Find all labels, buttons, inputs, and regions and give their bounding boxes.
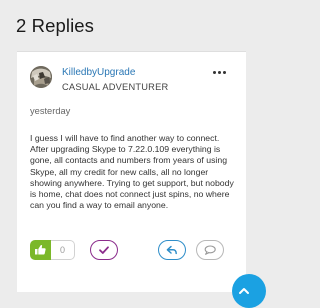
scroll-to-top-button[interactable]: [232, 274, 266, 308]
thumbs-up-icon: [35, 244, 46, 255]
author-name-link[interactable]: KilledbyUpgrade: [62, 67, 135, 78]
like-count: 0: [51, 240, 75, 260]
reply-arrow-icon: [166, 245, 177, 255]
post-date: yesterday: [30, 106, 71, 116]
reply-button[interactable]: [158, 240, 186, 260]
speech-bubble-icon: [204, 245, 216, 255]
post-body: I guess I will have to find another way …: [30, 133, 234, 211]
avatar[interactable]: [30, 66, 52, 88]
accept-solution-button[interactable]: [90, 240, 118, 260]
replies-heading: 2 Replies: [16, 15, 95, 36]
like-button[interactable]: [30, 240, 51, 260]
chevron-up-icon: [239, 288, 249, 294]
reply-card: KilledbyUpgrade CASUAL ADVENTURER yester…: [17, 51, 246, 292]
more-options-icon[interactable]: [213, 69, 227, 75]
comment-button[interactable]: [196, 240, 224, 260]
checkmark-icon: [99, 246, 109, 254]
author-rank: CASUAL ADVENTURER: [62, 82, 169, 92]
